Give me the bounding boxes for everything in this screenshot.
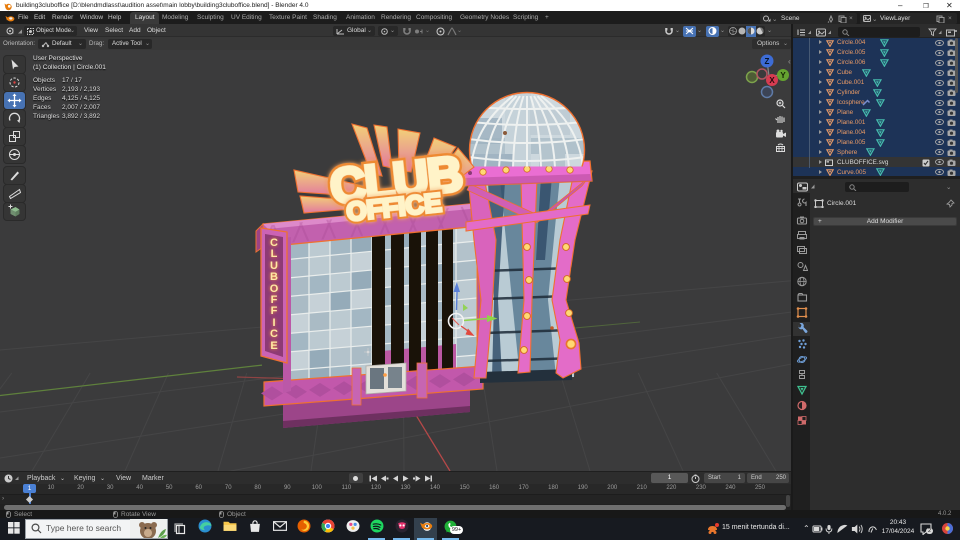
svg-text:B: B xyxy=(270,271,278,283)
svg-text:Y: Y xyxy=(780,71,786,80)
svg-text:F: F xyxy=(271,305,278,317)
svg-text:Z: Z xyxy=(765,57,770,66)
svg-text:E: E xyxy=(270,340,277,352)
svg-text:L: L xyxy=(271,248,278,260)
svg-text:X: X xyxy=(769,76,775,85)
svg-text:C: C xyxy=(270,328,278,340)
